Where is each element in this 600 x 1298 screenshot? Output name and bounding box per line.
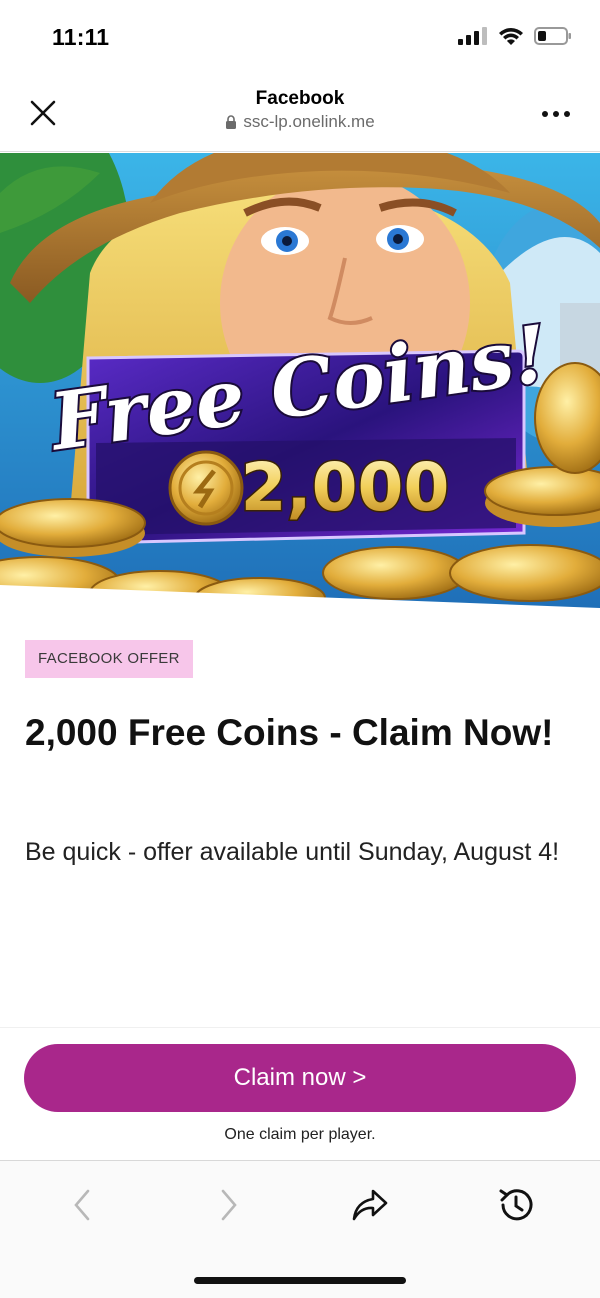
more-button[interactable] <box>534 94 578 134</box>
share-button[interactable] <box>346 1183 394 1227</box>
header-center: Facebook ssc-lp.onelink.me <box>150 88 450 135</box>
more-icon <box>542 111 570 117</box>
status-icons <box>458 26 572 51</box>
close-icon <box>30 100 56 126</box>
status-bar: 11:11 <box>0 0 600 76</box>
claim-now-button[interactable]: Claim now > <box>24 1044 576 1112</box>
browser-header: Facebook ssc-lp.onelink.me <box>0 76 600 152</box>
wifi-icon <box>498 26 524 51</box>
hero-illustration: Free Coins! 2,000 <box>0 153 600 608</box>
url-display[interactable]: ssc-lp.onelink.me <box>225 112 375 132</box>
lock-icon <box>226 114 237 129</box>
page-title: Facebook <box>255 88 345 109</box>
cta-area: Claim now > One claim per player. <box>0 1027 600 1160</box>
status-time: 11:11 <box>52 24 110 50</box>
back-icon <box>74 1189 90 1221</box>
share-icon <box>352 1189 388 1221</box>
forward-icon <box>221 1189 237 1221</box>
forward-button[interactable] <box>205 1183 253 1227</box>
offer-badge: FACEBOOK OFFER <box>25 640 193 678</box>
cellular-signal-icon <box>458 26 488 51</box>
offer-title: 2,000 Free Coins - Claim Now! <box>25 712 554 753</box>
home-indicator <box>194 1277 406 1284</box>
hero-banner: Free Coins! 2,000 <box>0 153 600 608</box>
back-button[interactable] <box>58 1183 106 1227</box>
claim-note: One claim per player. <box>224 1126 376 1143</box>
offer-description: Be quick - offer available until Sunday,… <box>25 838 560 866</box>
history-icon <box>499 1189 533 1221</box>
url-text: ssc-lp.onelink.me <box>243 112 375 131</box>
hero-amount: 2,000 <box>241 449 450 526</box>
history-button[interactable] <box>492 1183 540 1227</box>
battery-icon <box>534 26 572 51</box>
close-button[interactable] <box>22 92 64 134</box>
coin-icon <box>168 450 244 526</box>
